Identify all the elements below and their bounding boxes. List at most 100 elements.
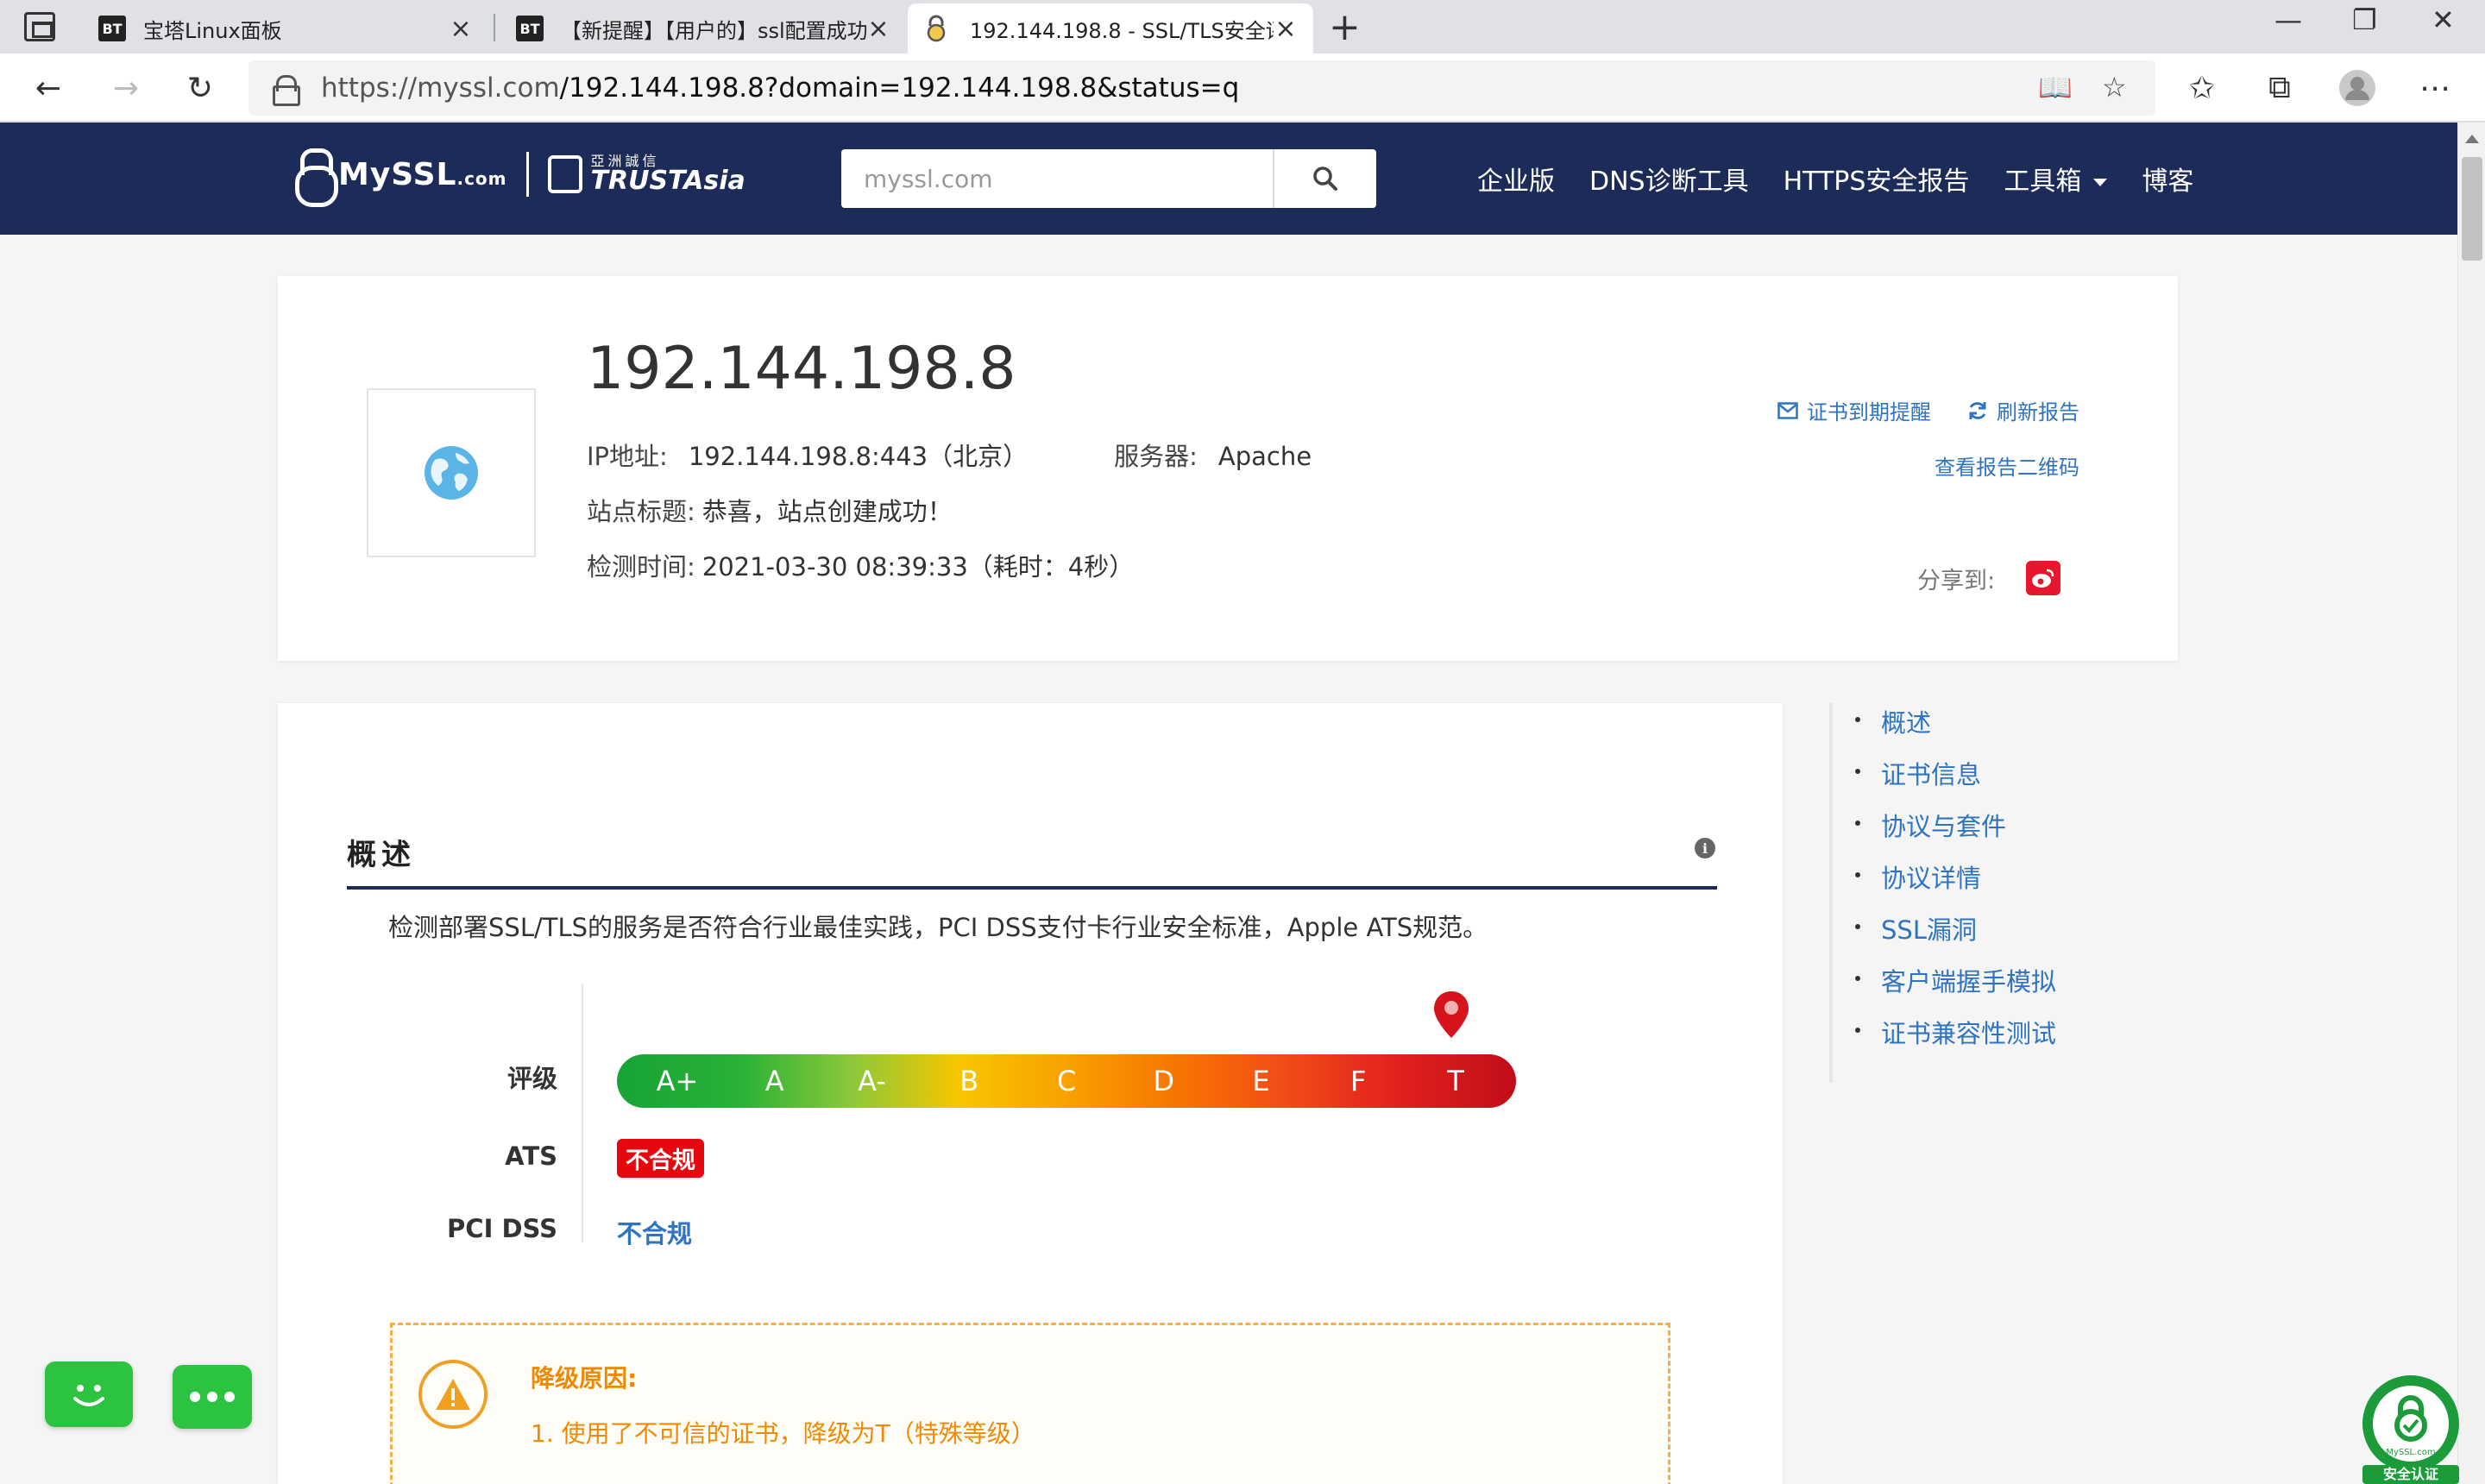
favorites-icon[interactable]: ✩	[2178, 64, 2226, 112]
close-tab-icon[interactable]: ×	[866, 14, 890, 44]
side-nav-ssl-vulns[interactable]: SSL漏洞	[1855, 910, 1977, 946]
nav-enterprise[interactable]: 企业版	[1477, 160, 1555, 198]
refresh-report-link[interactable]: 刷新报告	[1967, 395, 2079, 425]
downgrade-reason-box: 降级原因: 1. 使用了不可信的证书，降级为T（特殊等级）	[390, 1323, 1670, 1484]
ellipsis-icon	[190, 1392, 235, 1402]
trustasia-logo-icon	[547, 155, 582, 193]
nav-dns-tool[interactable]: DNS诊断工具	[1589, 160, 1749, 198]
grade-1: A	[764, 1065, 784, 1097]
grade-6: E	[1252, 1065, 1270, 1097]
reason-title: 降级原因:	[531, 1364, 638, 1393]
side-nav-cert-info[interactable]: 证书信息	[1854, 755, 1981, 791]
browser-tab-2[interactable]: BT 【新提醒】【用户的】ssl配置成功 ×	[500, 3, 906, 53]
bt-favicon-icon: BT	[516, 16, 544, 41]
lock-favicon-icon	[927, 15, 946, 42]
smiley-chat-icon	[73, 1385, 104, 1406]
cert-expiry-reminder-link[interactable]: 证书到期提醒	[1777, 395, 1931, 425]
page-scrollbar[interactable]	[2457, 123, 2485, 1484]
window-close-icon[interactable]: ✕	[2432, 3, 2455, 36]
overview-divider	[582, 984, 583, 1242]
site-header: MySSL.com 亞洲誠信 TRUSTAsia 企业版 DNS诊断工具 HTT…	[0, 123, 2457, 235]
bt-favicon-icon: BT	[98, 16, 126, 41]
chevron-down-icon	[2093, 179, 2108, 186]
nav-toolbox[interactable]: 工具箱	[2004, 160, 2108, 198]
url-text[interactable]: https://myssl.com/192.144.198.8?domain=1…	[321, 72, 1239, 104]
site-title-row: 站点标题: 恭喜，站点创建成功！	[587, 492, 953, 528]
url-host: https://myssl.com	[321, 72, 560, 104]
myssl-security-seal[interactable]: MySSL.com 安全认证	[2359, 1372, 2463, 1484]
forward-icon[interactable]: →	[102, 64, 150, 112]
chat-bot-button[interactable]	[45, 1361, 133, 1427]
grade-4: C	[1056, 1065, 1077, 1097]
scan-time-value: 2021-03-30 08:39:33（耗时：4秒）	[701, 552, 1135, 582]
overview-card: 概述 i 检测部署SSL/TLS的服务是否符合行业最佳实践，PCI DSS支付卡…	[278, 703, 1783, 1484]
overview-title: 概述	[347, 838, 416, 872]
server-label: 服务器:	[1114, 442, 1198, 471]
grade-5: D	[1153, 1065, 1175, 1097]
more-menu-icon[interactable]: ⋯	[2411, 64, 2459, 112]
minimize-icon[interactable]: —	[2274, 3, 2302, 36]
search-icon	[1313, 167, 1337, 191]
address-bar[interactable]: https://myssl.com/192.144.198.8?domain=1…	[248, 60, 2155, 116]
grade-8: T	[1447, 1065, 1464, 1097]
myssl-logo[interactable]: MySSL.com 亞洲誠信 TRUSTAsia	[293, 148, 746, 207]
scroll-up-icon[interactable]	[2465, 135, 2479, 143]
side-nav-cert-compat[interactable]: 证书兼容性测试	[1854, 1014, 2056, 1050]
site-title-label: 站点标题:	[587, 497, 695, 526]
site-search	[841, 149, 1376, 208]
site-nav: 企业版 DNS诊断工具 HTTPS安全报告 工具箱 博客	[1477, 123, 2228, 235]
grade-2: A-	[858, 1065, 886, 1097]
site-favicon-box	[367, 388, 536, 557]
grade-7: F	[1350, 1065, 1367, 1097]
profile-avatar-icon[interactable]	[2333, 64, 2381, 112]
ats-status-badge: 不合规	[617, 1139, 704, 1178]
grade-0: A+	[656, 1065, 699, 1097]
tab-actions-icon[interactable]	[24, 12, 55, 41]
restore-icon[interactable]: ❐	[2352, 3, 2377, 36]
info-icon[interactable]: i	[1695, 838, 1715, 858]
back-icon[interactable]: ←	[24, 64, 72, 112]
grade-scale-bar: A+ A A- B C D E F T	[617, 1054, 1516, 1108]
nav-https-report[interactable]: HTTPS安全报告	[1784, 160, 1970, 198]
browser-tab-3-active[interactable]: 192.144.198.8 - SSL/TLS安全评估 ×	[908, 3, 1313, 53]
logo-divider	[525, 152, 529, 197]
search-input[interactable]	[841, 149, 1273, 208]
report-qr-link[interactable]: 查看报告二维码	[1935, 450, 2079, 481]
report-header-card: 192.144.198.8 IP地址: 192.144.198.8:443（北京）…	[278, 276, 2178, 661]
nav-blog[interactable]: 博客	[2142, 160, 2193, 198]
report-side-nav: 概述 证书信息 协议与套件 协议详情 SSL漏洞 客户端握手模拟 证书兼容性测试	[1829, 703, 2192, 1083]
side-nav-protocols-suites[interactable]: 协议与套件	[1854, 807, 2006, 843]
browser-tab-1[interactable]: BT 宝塔Linux面板 ×	[83, 3, 488, 53]
tab-title: 192.144.198.8 - SSL/TLS安全评估	[970, 18, 1274, 43]
weibo-share-icon[interactable]	[2026, 561, 2061, 595]
url-path: /192.144.198.8?domain=192.144.198.8&stat…	[559, 72, 1240, 104]
reload-icon[interactable]: ↻	[176, 64, 224, 112]
side-nav-handshake-sim[interactable]: 客户端握手模拟	[1854, 962, 2056, 998]
refresh-label: 刷新报告	[1997, 400, 2079, 424]
refresh-icon	[1969, 401, 1986, 419]
seal-text: MySSL.com	[2386, 1448, 2435, 1457]
collections-icon[interactable]: ⧉	[2255, 64, 2304, 112]
globe-icon	[425, 446, 478, 500]
pci-dss-label: PCI DSS	[447, 1214, 557, 1243]
scan-time-label: 检测时间:	[587, 552, 695, 582]
close-tab-icon[interactable]: ×	[1274, 14, 1298, 44]
logo-lock-icon	[293, 148, 338, 207]
site-title-value: 恭喜，站点创建成功！	[701, 497, 953, 526]
read-aloud-icon[interactable]: 📖	[2038, 71, 2073, 104]
share-label: 分享到:	[1917, 567, 1996, 594]
new-tab-icon[interactable]: +	[1329, 5, 1361, 49]
close-tab-icon[interactable]: ×	[449, 14, 473, 44]
reason-item: 1. 使用了不可信的证书，降级为T（特殊等级）	[531, 1419, 1035, 1448]
side-nav-overview[interactable]: 概述	[1854, 703, 1931, 739]
tab-title: 宝塔Linux面板	[143, 18, 282, 43]
search-button[interactable]	[1273, 149, 1376, 208]
scroll-thumb[interactable]	[2462, 157, 2482, 261]
lock-icon[interactable]	[273, 75, 300, 106]
ats-label: ATS	[505, 1141, 557, 1171]
more-chat-button[interactable]	[173, 1365, 252, 1429]
pci-dss-status-link[interactable]: 不合规	[617, 1214, 692, 1250]
share-row: 分享到:	[1917, 561, 2061, 595]
add-favorite-icon[interactable]: ☆	[2102, 71, 2127, 104]
side-nav-protocol-details[interactable]: 协议详情	[1854, 858, 1981, 895]
